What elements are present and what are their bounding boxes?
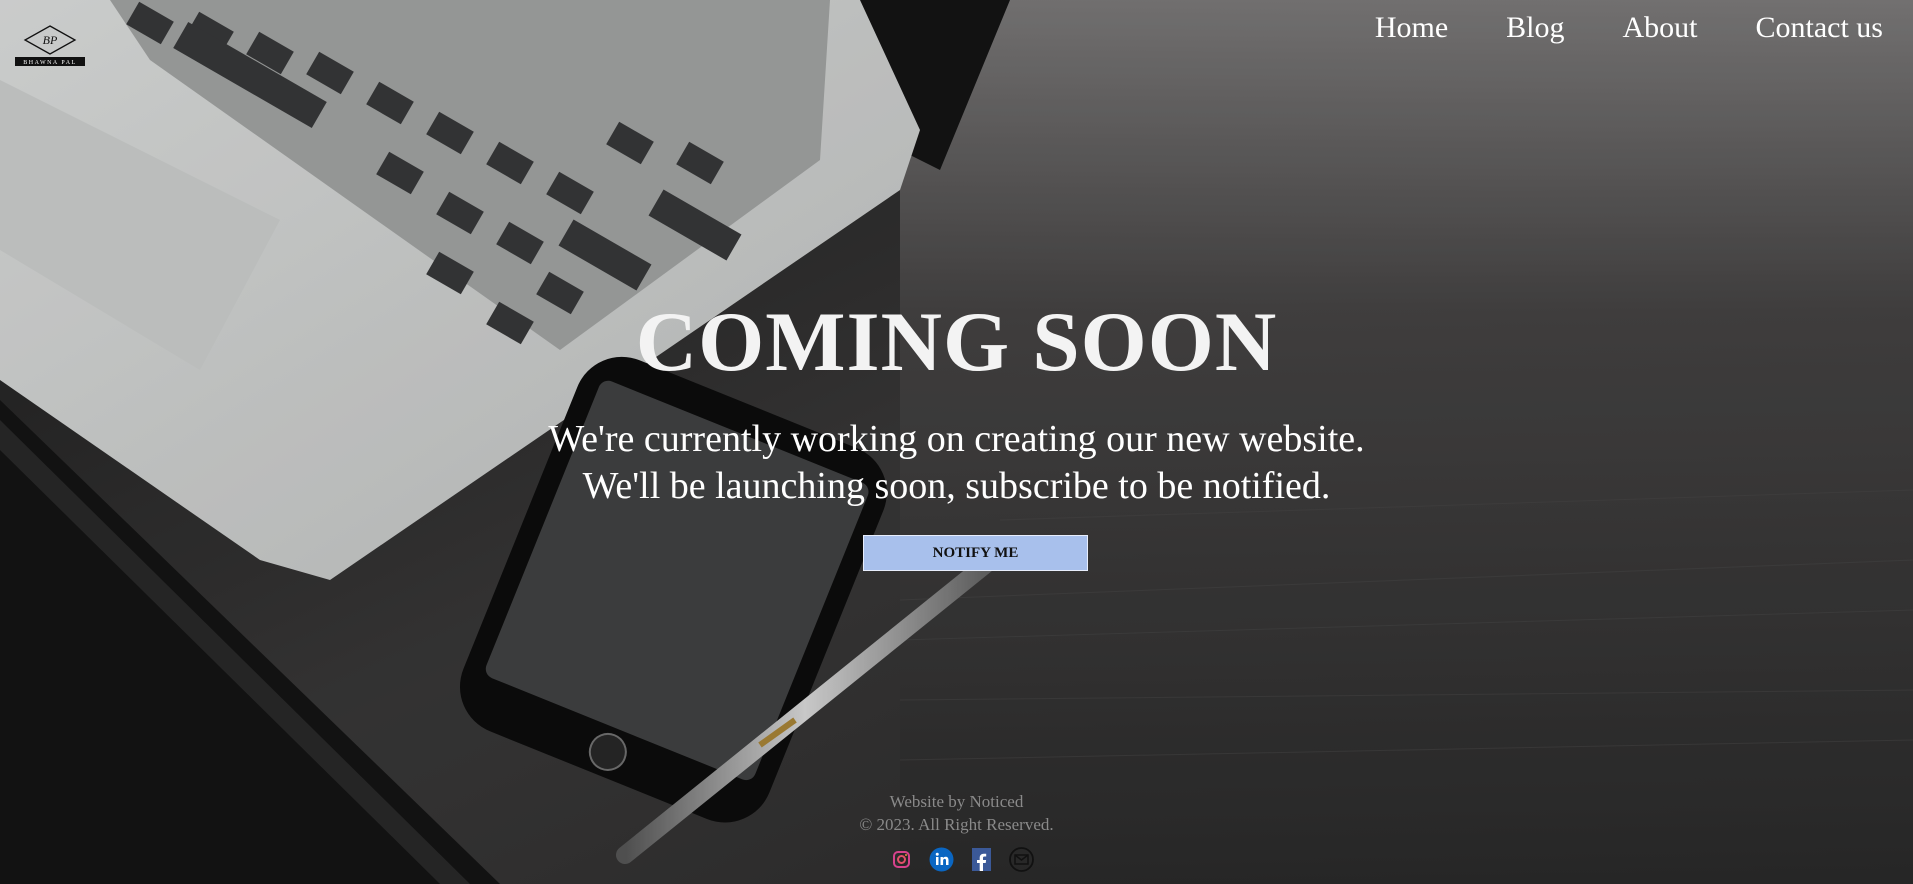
brand-logo[interactable]: BP BHAWNA PAL — [13, 24, 87, 68]
nav-contact[interactable]: Contact us — [1756, 8, 1884, 48]
notify-me-button[interactable]: NOTIFY ME — [863, 535, 1088, 571]
svg-text:BP: BP — [43, 33, 58, 47]
hero-line-1: We're currently working on creating our … — [548, 418, 1365, 460]
footer-credit[interactable]: Website by Noticed — [0, 790, 1913, 813]
instagram-icon[interactable] — [888, 846, 915, 873]
svg-text:BHAWNA PAL: BHAWNA PAL — [23, 60, 76, 66]
hero-line-2: We'll be launching soon, subscribe to be… — [582, 465, 1331, 507]
nav-blog[interactable]: Blog — [1506, 8, 1564, 48]
linkedin-icon[interactable] — [928, 846, 955, 873]
nav-about[interactable]: About — [1623, 8, 1698, 48]
hero-title: COMING SOON — [635, 295, 1278, 389]
main-nav: Home Blog About Contact us — [1317, 8, 1883, 48]
facebook-icon[interactable] — [968, 846, 995, 873]
footer: Website by Noticed © 2023. All Right Res… — [0, 790, 1913, 836]
social-links — [888, 846, 1035, 873]
nav-home[interactable]: Home — [1375, 8, 1448, 48]
footer-copyright: © 2023. All Right Reserved. — [859, 815, 1054, 834]
hero-subtitle: We're currently working on creating our … — [0, 416, 1913, 510]
email-icon[interactable] — [1008, 846, 1035, 873]
